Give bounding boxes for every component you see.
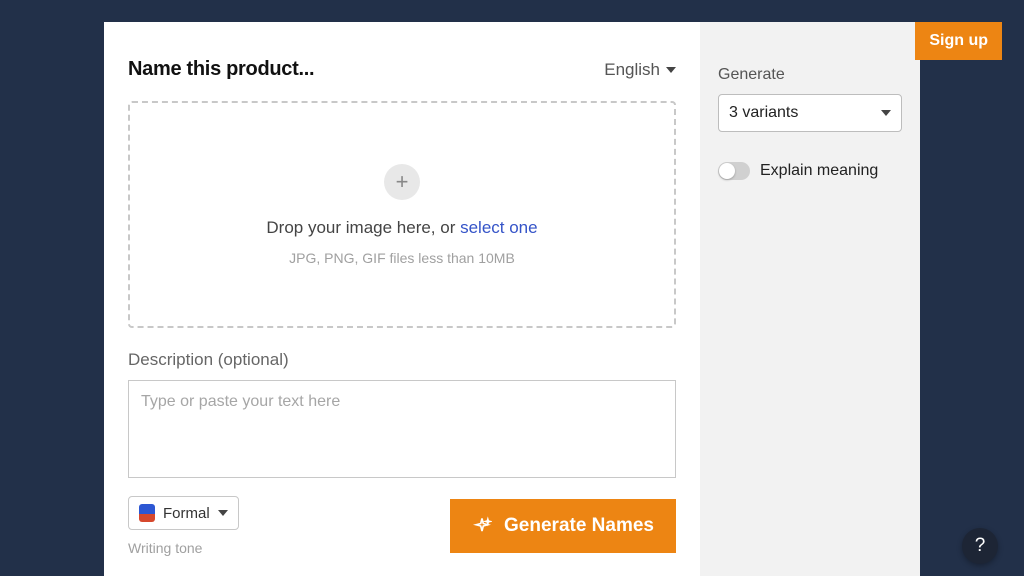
generate-names-button[interactable]: Generate Names — [450, 499, 676, 553]
language-label: English — [604, 60, 660, 80]
help-button[interactable]: ? — [962, 528, 998, 564]
dropzone-select-link[interactable]: select one — [460, 218, 538, 237]
help-icon: ? — [975, 535, 986, 557]
description-input[interactable] — [128, 380, 676, 478]
tone-tie-icon — [139, 504, 155, 522]
variants-select[interactable]: 3 variants — [718, 94, 902, 132]
dropzone-prefix: Drop your image here, or — [266, 218, 460, 237]
dropzone-hint: JPG, PNG, GIF files less than 10MB — [289, 250, 515, 266]
tone-selected: Formal — [163, 505, 210, 522]
sparkle-icon — [472, 516, 492, 536]
chevron-down-icon — [881, 110, 891, 116]
app-window: Name this product... English + Drop your… — [104, 22, 920, 576]
page-title: Name this product... — [128, 58, 314, 81]
explain-toggle-row: Explain meaning — [718, 162, 902, 180]
tone-hint: Writing tone — [128, 540, 239, 556]
language-select[interactable]: English — [604, 60, 676, 80]
description-label: Description (optional) — [128, 350, 676, 370]
tone-select[interactable]: Formal — [128, 496, 239, 530]
plus-icon: + — [384, 164, 420, 200]
image-dropzone[interactable]: + Drop your image here, or select one JP… — [128, 101, 676, 328]
main-panel: Name this product... English + Drop your… — [104, 22, 700, 576]
generate-button-label: Generate Names — [504, 515, 654, 537]
chevron-down-icon — [666, 67, 676, 73]
sign-up-button[interactable]: Sign up — [915, 22, 1002, 60]
toggle-knob — [719, 163, 735, 179]
header-row: Name this product... English — [128, 58, 676, 81]
variants-selected: 3 variants — [729, 104, 798, 122]
chevron-down-icon — [218, 510, 228, 516]
side-panel: Generate 3 variants Explain meaning — [700, 22, 920, 576]
dropzone-prompt: Drop your image here, or select one — [266, 218, 537, 238]
generate-label: Generate — [718, 66, 902, 84]
explain-toggle[interactable] — [718, 162, 750, 180]
tone-block: Formal Writing tone — [128, 496, 239, 556]
explain-label: Explain meaning — [760, 162, 878, 180]
action-row: Formal Writing tone Generate Names — [128, 496, 676, 556]
